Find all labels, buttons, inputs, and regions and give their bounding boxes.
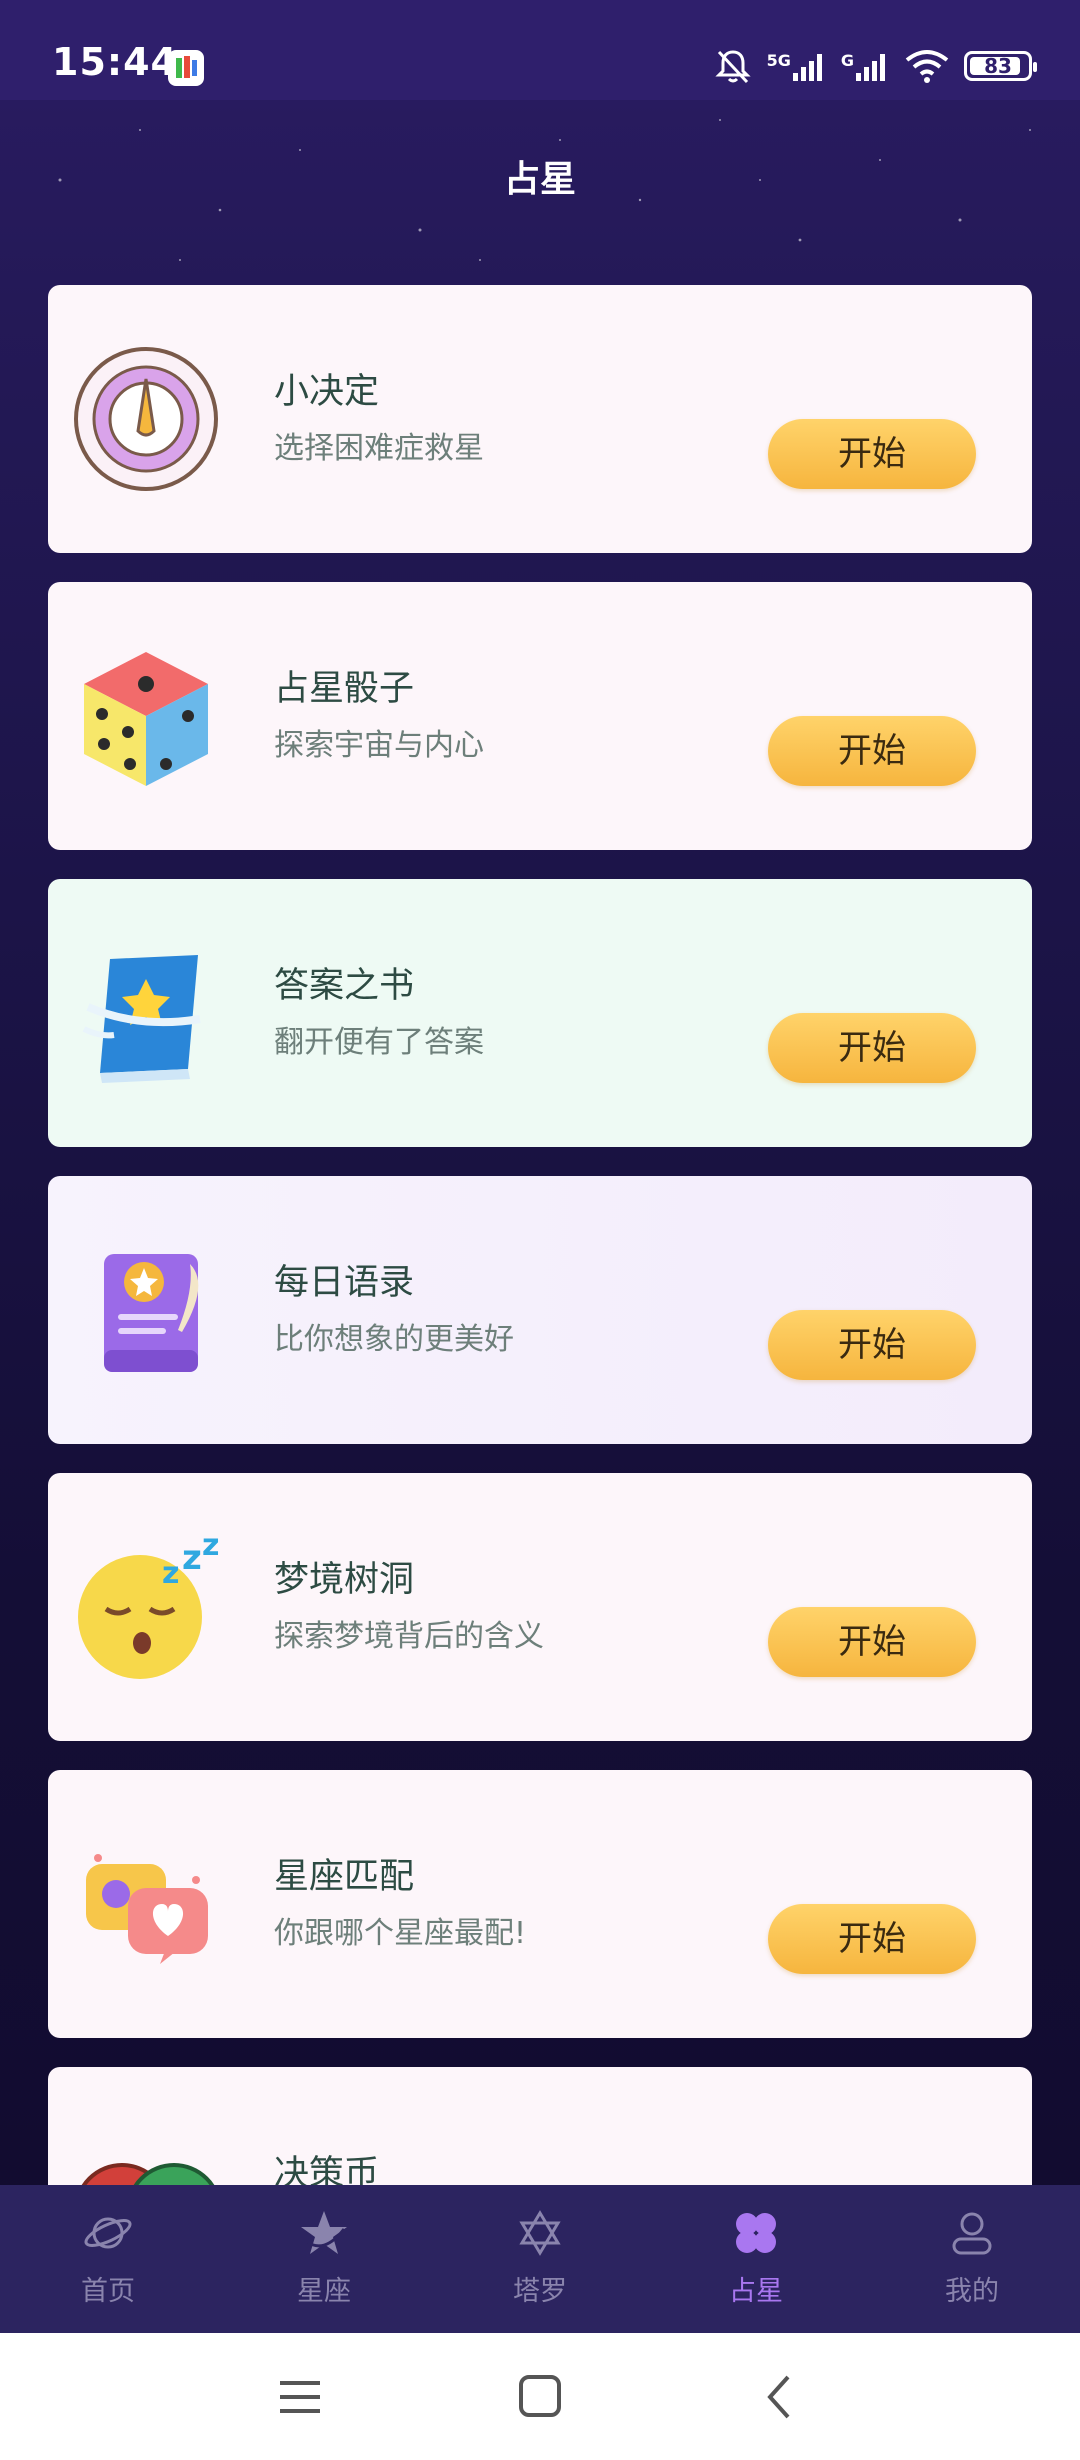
card-dream-hollow[interactable]: z z z 梦境树洞 探索梦境背后的含义 开始 — [48, 1473, 1032, 1741]
card-title: 每日语录 — [274, 1263, 415, 1303]
card-title: 星座匹配 — [274, 1857, 415, 1897]
card-zodiac-match[interactable]: 星座匹配 你跟哪个星座最配! 开始 — [48, 1770, 1032, 2038]
sleeping-face-icon: z z z — [78, 1531, 219, 1679]
battery-icon: 83 — [964, 51, 1037, 81]
status-bar: 15:44 5G G 83 — [0, 0, 1080, 100]
start-button[interactable]: 开始 — [768, 716, 976, 786]
start-button[interactable]: 开始 — [768, 1607, 976, 1677]
tab-label: 我的 — [945, 2276, 999, 2307]
bottom-tab-bar: 首页 星座 塔罗 占星 我的 — [0, 2185, 1080, 2333]
card-title: 决策币 — [274, 2154, 380, 2185]
back-chevron-icon[interactable] — [750, 2369, 810, 2425]
tab-label: 塔罗 — [513, 2276, 567, 2307]
screen: 15:44 5G G 83 占星 小决定 选择困难症救星 开始 占星骰子 探索宇… — [0, 0, 1080, 2460]
card-book-of-answers[interactable]: 答案之书 翻开便有了答案 开始 — [48, 879, 1032, 1147]
tab-tarot[interactable]: 塔罗 — [432, 2185, 648, 2333]
start-button[interactable]: 开始 — [768, 1904, 976, 1974]
card-subtitle: 你跟哪个星座最配! — [274, 1916, 527, 1951]
card-title: 答案之书 — [274, 966, 415, 1006]
card-subtitle: 选择困难症救星 — [274, 431, 484, 466]
star-icon — [301, 2211, 347, 2254]
person-icon — [952, 2212, 992, 2255]
battery-level: 83 — [984, 54, 1012, 78]
card-subtitle: 翻开便有了答案 — [274, 1025, 484, 1060]
quote-scroll-icon — [104, 1254, 199, 1372]
card-small-decision[interactable]: 小决定 选择困难症救星 开始 — [48, 285, 1032, 553]
compass-dial-icon — [74, 347, 218, 491]
tab-label: 星座 — [297, 2276, 351, 2307]
four-petal-icon — [736, 2213, 776, 2253]
signal-5g-icon: 5G — [767, 51, 827, 81]
wifi-icon — [905, 50, 949, 83]
tab-label: 首页 — [81, 2276, 135, 2307]
card-subtitle: 探索梦境背后的含义 — [274, 1619, 544, 1654]
app-notification-icon — [168, 50, 204, 86]
start-button[interactable]: 开始 — [768, 1310, 976, 1380]
card-title: 小决定 — [274, 372, 380, 412]
heart-chat-icon — [86, 1854, 208, 1964]
star-book-icon — [82, 955, 201, 1083]
card-subtitle: 比你想象的更美好 — [274, 1322, 514, 1357]
card-title: 占星骰子 — [274, 669, 415, 709]
svg-text:z: z — [182, 1538, 202, 1578]
planet-icon — [84, 2217, 132, 2249]
tab-label: 占星 — [729, 2276, 783, 2307]
coin-icon — [81, 2163, 215, 2185]
tab-me[interactable]: 我的 — [864, 2185, 1080, 2333]
system-navigation-bar — [0, 2333, 1080, 2460]
svg-text:z: z — [202, 1531, 219, 1563]
hexagram-icon — [519, 2210, 561, 2256]
menu-icon[interactable] — [270, 2369, 330, 2425]
card-decision-coin[interactable]: 决策币 开始 — [48, 2067, 1032, 2185]
tab-home[interactable]: 首页 — [0, 2185, 216, 2333]
card-daily-quotes[interactable]: 每日语录 比你想象的更美好 开始 — [48, 1176, 1032, 1444]
mute-bell-icon — [714, 50, 751, 84]
svg-text:z: z — [162, 1556, 179, 1591]
tab-astrology[interactable]: 占星 — [648, 2185, 864, 2333]
start-button[interactable]: 开始 — [768, 1013, 976, 1083]
tab-zodiac[interactable]: 星座 — [216, 2185, 432, 2333]
card-title: 梦境树洞 — [274, 1560, 415, 1600]
start-button[interactable]: 开始 — [768, 419, 976, 489]
status-time: 15:44 — [52, 40, 178, 84]
dice-icon — [84, 652, 208, 786]
page-title: 占星 — [503, 159, 576, 200]
card-subtitle: 探索宇宙与内心 — [274, 728, 484, 763]
home-square-icon[interactable] — [510, 2369, 570, 2425]
signal-g-icon: G — [841, 51, 890, 81]
feature-list[interactable]: 小决定 选择困难症救星 开始 占星骰子 探索宇宙与内心 开始 答案之书 翻开便有… — [48, 285, 1032, 2185]
signal-g-label: G — [840, 51, 854, 70]
card-astro-dice[interactable]: 占星骰子 探索宇宙与内心 开始 — [48, 582, 1032, 850]
signal-5g-label: 5G — [766, 51, 791, 70]
